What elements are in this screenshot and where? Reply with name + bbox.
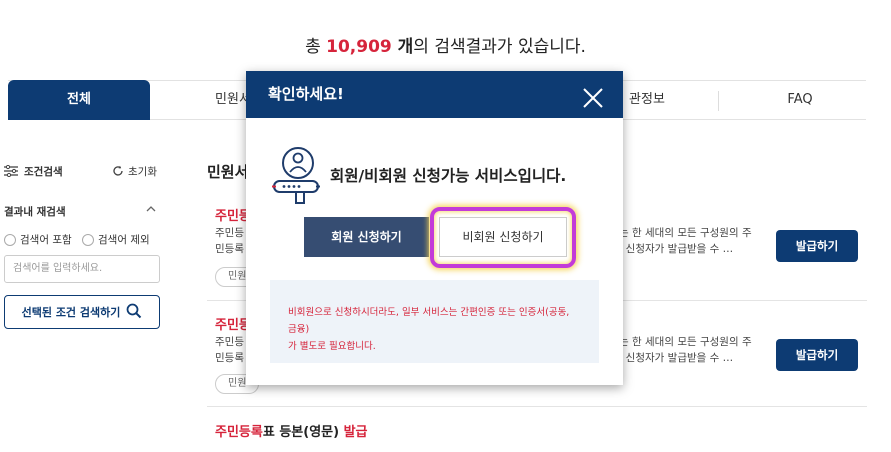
result-summary: 총 10,909 개의 검색결과가 있습니다. bbox=[0, 32, 891, 57]
item-desc-line2: 민등록 bbox=[215, 243, 244, 255]
member-apply-button[interactable]: 회원 신청하기 bbox=[304, 217, 429, 257]
close-icon[interactable] bbox=[581, 82, 605, 108]
reset-button[interactable]: 초기화 bbox=[112, 164, 157, 180]
search-button-label: 선택된 조건 검색하기 bbox=[21, 306, 121, 319]
condition-search-label: 조건검색 bbox=[24, 166, 63, 178]
tab-all[interactable]: 전체 bbox=[8, 80, 150, 120]
summary-prefix: 총 bbox=[305, 37, 327, 57]
selected-condition-search-button[interactable]: 선택된 조건 검색하기 bbox=[4, 295, 160, 329]
item-desc-right-line1: 는 한 세대의 모든 구성원의 주 bbox=[619, 336, 752, 348]
result-count: 10,909 bbox=[326, 37, 392, 57]
include-label: 검색어 포함 bbox=[20, 234, 72, 246]
research-input[interactable]: 검색어를 입력하세요. bbox=[4, 255, 160, 283]
item-desc-line2: 민등록 bbox=[215, 352, 244, 364]
item-desc-line1: 주민등 bbox=[215, 336, 244, 348]
item-desc-line1: 주민등 bbox=[215, 227, 244, 239]
modal-header: 확인하세요! bbox=[246, 71, 623, 118]
section-title: 민원서 bbox=[207, 163, 249, 181]
exclude-radio[interactable] bbox=[82, 234, 94, 246]
refresh-icon bbox=[112, 165, 124, 180]
modal-title: 확인하세요! bbox=[268, 85, 344, 103]
reset-label: 초기화 bbox=[128, 166, 157, 178]
include-radio[interactable] bbox=[4, 234, 16, 246]
item-title-highlight-2: 발급 bbox=[343, 425, 368, 440]
summary-suffix: 의 검색결과가 있습니다. bbox=[413, 37, 586, 57]
tab-related-info[interactable]: 관정보 bbox=[622, 81, 672, 119]
user-service-icon bbox=[272, 143, 328, 205]
item-desc-right-line1: 는 한 세대의 모든 구성원의 주 bbox=[619, 227, 752, 239]
item-desc-right-line2: . 신청자가 발급받을 수 … bbox=[619, 352, 734, 364]
notice-line-1: 비회원으로 신청하시더라도, 일부 서비스는 간편인증 또는 인증서(공동, 금… bbox=[288, 307, 570, 335]
summary-unit: 개 bbox=[391, 37, 414, 57]
nonmember-apply-button[interactable]: 비회원 신청하기 bbox=[439, 217, 567, 257]
include-keyword-option[interactable]: 검색어 포함 bbox=[4, 232, 72, 247]
condition-search-header: 조건검색 bbox=[4, 164, 63, 180]
confirm-modal: 확인하세요! 회원/비회원 신청가능 서비스입니다. 회원 신청하기 비회원 신… bbox=[246, 71, 623, 385]
filter-icon bbox=[4, 164, 18, 180]
notice-box: 비회원으로 신청하시더라도, 일부 서비스는 간편인증 또는 인증서(공동, 금… bbox=[270, 280, 599, 363]
chevron-up-icon[interactable] bbox=[146, 204, 156, 216]
divider bbox=[207, 406, 867, 407]
exclude-keyword-option[interactable]: 검색어 제외 bbox=[82, 232, 150, 247]
issue-button[interactable]: 발급하기 bbox=[776, 339, 858, 371]
search-icon bbox=[126, 303, 142, 322]
item-desc-right-line2: . 신청자가 발급받을 수 … bbox=[619, 243, 734, 255]
notice-line-2: 가 별도로 필요합니다. bbox=[288, 341, 376, 352]
modal-message: 회원/비회원 신청가능 서비스입니다. bbox=[330, 167, 567, 185]
tab-faq[interactable]: FAQ bbox=[738, 81, 862, 119]
research-title: 결과내 재검색 bbox=[4, 206, 66, 218]
issue-button[interactable]: 발급하기 bbox=[776, 230, 858, 262]
item-title-text: 표 등본(영문) bbox=[262, 425, 344, 440]
tab-divider bbox=[718, 91, 719, 111]
exclude-label: 검색어 제외 bbox=[98, 234, 150, 246]
item-title[interactable]: 주민등록표 등본(영문) 발급 bbox=[215, 421, 368, 440]
item-title-highlight: 주민등록 bbox=[215, 425, 263, 440]
